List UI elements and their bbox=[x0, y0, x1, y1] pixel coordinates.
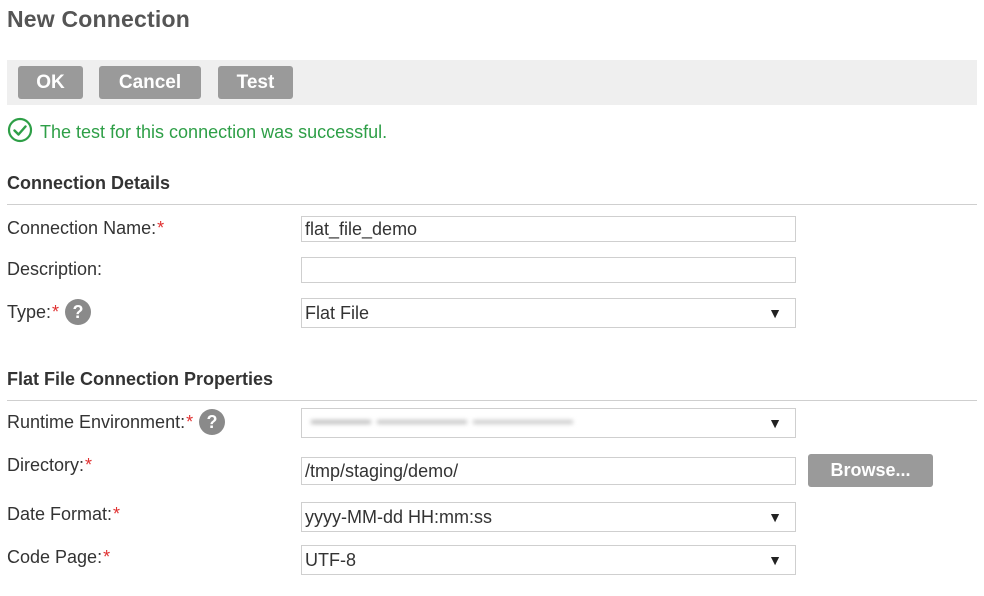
cancel-button[interactable]: Cancel bbox=[99, 66, 201, 99]
help-icon[interactable]: ? bbox=[198, 408, 226, 436]
required-marker: * bbox=[52, 301, 60, 322]
required-marker: * bbox=[113, 503, 121, 524]
connection-name-label: Connection Name: * bbox=[7, 217, 165, 238]
dropdown-arrow-icon: ▼ bbox=[768, 305, 782, 321]
required-marker: * bbox=[186, 411, 194, 432]
date-format-select[interactable]: yyyy-MM-dd HH:mm:ss ▼ bbox=[301, 502, 796, 532]
toolbar: OK Cancel Test bbox=[7, 60, 977, 105]
required-marker: * bbox=[85, 454, 93, 475]
svg-text:?: ? bbox=[73, 302, 84, 322]
directory-input[interactable] bbox=[301, 457, 796, 485]
date-format-label: Date Format: * bbox=[7, 503, 121, 524]
directory-label: Directory: * bbox=[7, 454, 93, 475]
runtime-environment-select[interactable]: ▼ bbox=[301, 408, 796, 438]
code-page-select[interactable]: UTF-8 ▼ bbox=[301, 545, 796, 575]
redacted-value bbox=[305, 409, 575, 437]
section-divider bbox=[7, 400, 977, 401]
description-label: Description: bbox=[7, 258, 103, 279]
type-select[interactable]: Flat File ▼ bbox=[301, 298, 796, 328]
dropdown-arrow-icon: ▼ bbox=[768, 415, 782, 431]
svg-text:?: ? bbox=[207, 412, 218, 432]
test-button[interactable]: Test bbox=[218, 66, 293, 99]
connection-details-heading: Connection Details bbox=[7, 173, 171, 193]
required-marker: * bbox=[157, 217, 165, 238]
code-page-label: Code Page: * bbox=[7, 546, 111, 567]
dropdown-arrow-icon: ▼ bbox=[768, 509, 782, 525]
required-marker: * bbox=[103, 546, 111, 567]
help-icon[interactable]: ? bbox=[64, 298, 92, 326]
browse-button[interactable]: Browse... bbox=[808, 454, 933, 487]
type-label: Type: * ? bbox=[7, 298, 92, 326]
flat-file-properties-heading: Flat File Connection Properties bbox=[7, 369, 274, 389]
ok-button[interactable]: OK bbox=[18, 66, 83, 99]
section-divider bbox=[7, 204, 977, 205]
status-message: The test for this connection was success… bbox=[7, 117, 388, 148]
connection-name-input[interactable] bbox=[301, 216, 796, 242]
status-text: The test for this connection was success… bbox=[40, 121, 388, 142]
page-title: New Connection bbox=[7, 6, 190, 32]
check-circle-icon bbox=[7, 117, 40, 148]
runtime-environment-label: Runtime Environment: * ? bbox=[7, 408, 226, 436]
description-input[interactable] bbox=[301, 257, 796, 283]
dropdown-arrow-icon: ▼ bbox=[768, 552, 782, 568]
